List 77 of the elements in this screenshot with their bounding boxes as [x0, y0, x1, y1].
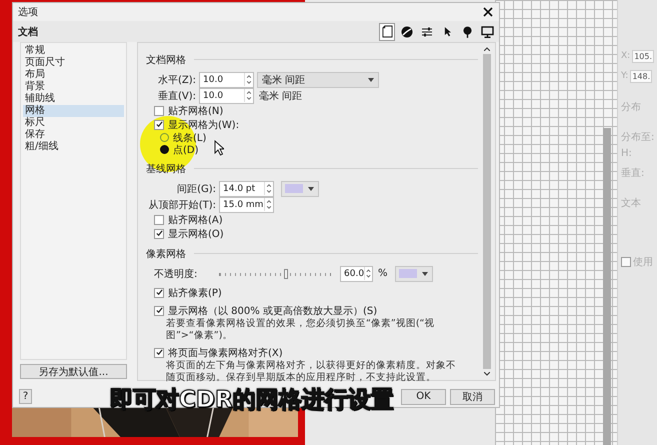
spinner-icon[interactable]	[264, 198, 273, 212]
checkbox-label: 贴齐网格(N)	[168, 104, 224, 118]
number-field[interactable]: 10.0	[199, 72, 254, 88]
chevron-up-icon[interactable]	[484, 46, 490, 51]
checkbox[interactable]	[154, 306, 164, 316]
field-label: 间距(G):	[176, 182, 216, 196]
input-field[interactable]: 148.	[630, 70, 652, 82]
checkbox-label: 贴齐网格(A)	[168, 214, 223, 227]
color-picker[interactable]	[394, 266, 433, 282]
number-field[interactable]: 10.0	[199, 88, 254, 104]
panel-heading: 文本	[621, 196, 642, 210]
page-icon[interactable]	[379, 22, 395, 41]
input-field[interactable]: 105.	[632, 50, 654, 62]
spinner-icon[interactable]	[364, 267, 372, 280]
opacity-slider[interactable]	[219, 268, 331, 279]
checkbox[interactable]	[154, 228, 164, 239]
checkbox-label: 使用	[633, 256, 653, 269]
checkbox[interactable]	[154, 106, 164, 116]
pointer-icon	[214, 140, 224, 156]
hint-text: 将页面的左下角与像素网格对齐，以获得更好的像素精度。对象不随页面移动。保存到早期版本的应用程序时，不支持此设置。	[166, 360, 456, 384]
field-label: H:	[621, 148, 633, 161]
panel-heading: 分布	[621, 101, 642, 114]
close-icon[interactable]	[483, 7, 493, 18]
radio-button[interactable]	[160, 133, 169, 142]
checkbox-label: 显示网格为(W):	[168, 118, 240, 132]
category-item[interactable]: 常规	[23, 44, 124, 57]
category-item[interactable]: 布局	[23, 68, 124, 81]
unit-label: 毫米 间距	[258, 90, 302, 103]
checkbox[interactable]	[154, 288, 164, 298]
ok-button[interactable]: OK	[401, 388, 446, 405]
window-title: 选项	[18, 6, 38, 20]
spinner-icon[interactable]	[244, 73, 253, 86]
checkbox-label: 显示网格(O)	[168, 228, 224, 241]
group-heading: 像素网格	[146, 248, 186, 261]
checkbox[interactable]	[621, 257, 631, 267]
number-field[interactable]: 14.0 pt	[219, 180, 274, 197]
caret-icon[interactable]	[368, 78, 374, 82]
field-label: 水平(Z):	[156, 74, 196, 87]
spinner-icon[interactable]	[264, 182, 273, 196]
checkbox-label: 显示网格（以 800% 或更高倍数放大显示）(S)	[168, 304, 378, 318]
caret-icon[interactable]	[308, 186, 314, 191]
category-item[interactable]: 网格	[23, 104, 124, 117]
category-item[interactable]: 标尺	[23, 116, 124, 129]
group-heading: 文档网格	[146, 54, 186, 67]
category-item[interactable]: 辅助线	[23, 92, 124, 105]
checkbox-label: 贴齐像素(P)	[168, 286, 222, 300]
category-item[interactable]: 粗/细线	[23, 140, 124, 153]
field-label: 不透明度:	[153, 268, 198, 281]
color-picker[interactable]	[281, 180, 319, 197]
field-label: 垂直(V):	[156, 90, 196, 103]
checkbox[interactable]	[154, 348, 164, 358]
category-item[interactable]: 保存	[23, 128, 124, 141]
panel-heading: 分布至:	[621, 131, 656, 144]
chevron-down-icon[interactable]	[484, 372, 490, 376]
section-title: 文档	[18, 26, 38, 39]
field-label: X:	[621, 51, 630, 61]
help-button[interactable]: ?	[19, 389, 32, 404]
hint-text: 若要查看像素网格设置的效果，您必须切换至“像素”视图(“视图”>“像素”)。	[166, 318, 436, 342]
scrollbar[interactable]	[482, 46, 491, 376]
spinner-icon[interactable]	[244, 89, 253, 102]
unit-dropdown[interactable]: 毫米 间距	[257, 72, 379, 88]
caret-icon[interactable]	[422, 272, 428, 276]
field-label: 从顶部开始(T):	[148, 198, 216, 212]
subtitle-caption: 即可对CDR的网格进行设置	[110, 386, 394, 415]
checkbox[interactable]	[154, 120, 164, 130]
cancel-button[interactable]: 取消	[450, 388, 495, 405]
number-field[interactable]: 60.0	[340, 266, 373, 282]
category-item[interactable]: 页面尺寸	[23, 56, 124, 69]
scrollbar-thumb[interactable]	[603, 128, 611, 445]
field-label: 垂直:	[621, 166, 646, 180]
unit-label: %	[377, 268, 388, 280]
save-default-button[interactable]: 另存为默认值...	[20, 364, 127, 379]
checkbox-label: 将页面与像素网格对齐(X)	[168, 346, 283, 360]
field-label: Y:	[621, 71, 628, 81]
number-field[interactable]: 15.0 mm	[219, 196, 274, 213]
category-item[interactable]: 背景	[23, 80, 124, 93]
checkbox[interactable]	[154, 214, 164, 225]
